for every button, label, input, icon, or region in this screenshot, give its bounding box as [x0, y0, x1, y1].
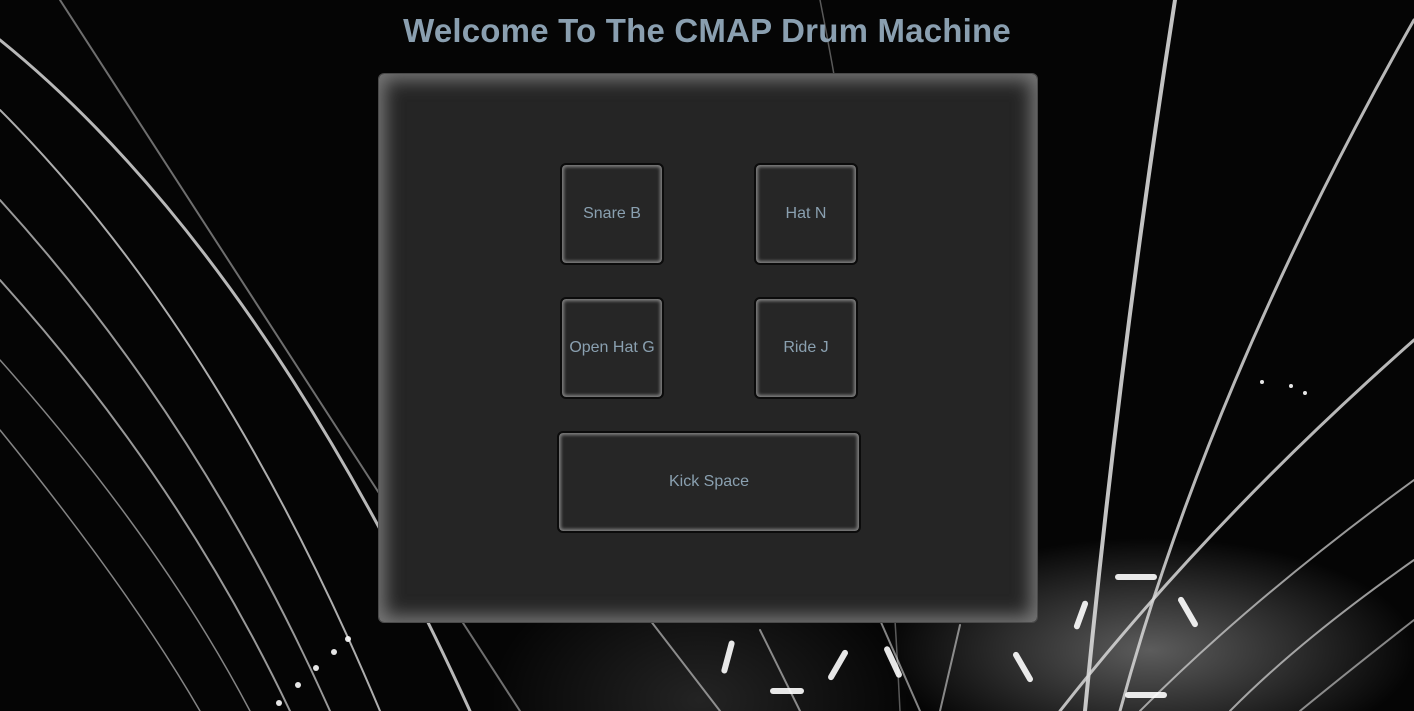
drum-pad-open-hat[interactable]: Open Hat G: [560, 297, 664, 399]
drum-pad-kick[interactable]: Kick Space: [557, 431, 861, 533]
drum-machine-panel: Snare B Hat N Open Hat G Ride J Kick Spa…: [378, 73, 1038, 623]
drum-pad-hat[interactable]: Hat N: [754, 163, 858, 265]
drum-pad-ride[interactable]: Ride J: [754, 297, 858, 399]
page-title: Welcome To The CMAP Drum Machine: [403, 12, 1011, 49]
drum-pad-snare[interactable]: Snare B: [560, 163, 664, 265]
